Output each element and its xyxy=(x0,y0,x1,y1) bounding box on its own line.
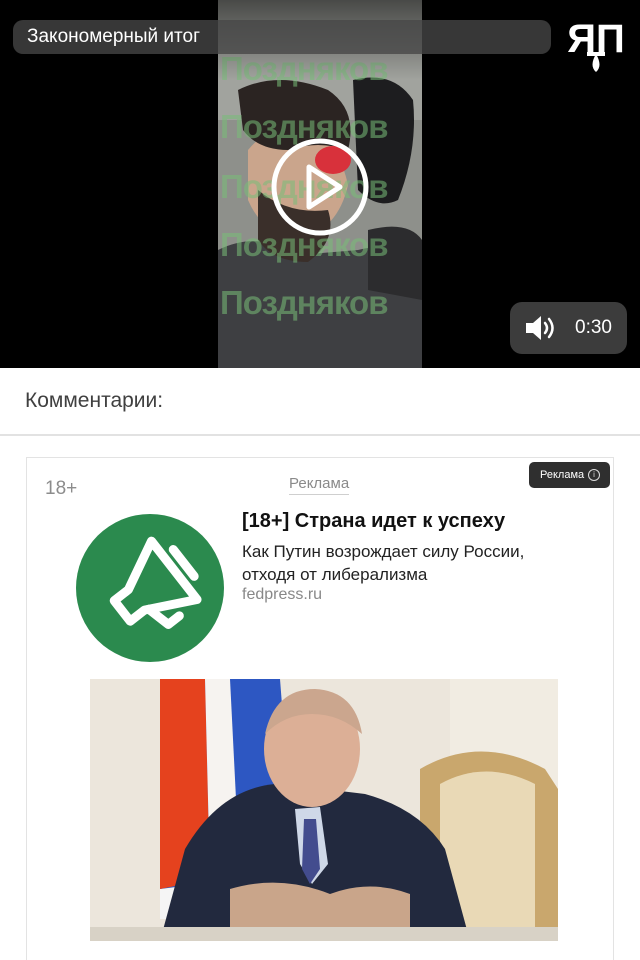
channel-logo[interactable]: ЯП xyxy=(563,14,629,78)
video-player[interactable]: Поздняков Поздняков Поздняков Поздняков … xyxy=(0,0,640,368)
speaker-icon[interactable] xyxy=(524,314,558,342)
ad-badge-button[interactable]: Реклама i xyxy=(529,462,610,488)
sound-duration-control[interactable]: 0:30 xyxy=(510,302,627,354)
ad-badge-label: Реклама xyxy=(540,469,585,481)
divider xyxy=(0,434,640,436)
age-rating-label: 18+ xyxy=(45,478,78,499)
play-button[interactable] xyxy=(271,138,369,236)
ad-logo[interactable] xyxy=(76,514,224,662)
ad-headline[interactable]: [18+] Страна идет к успеху xyxy=(242,510,505,533)
video-duration: 0:30 xyxy=(575,317,612,338)
ad-image[interactable] xyxy=(90,679,558,941)
ad-photo xyxy=(90,679,558,941)
ad-caption: Реклама xyxy=(289,475,350,495)
yap-logo-icon: ЯП xyxy=(567,17,625,72)
ad-domain-link[interactable]: fedpress.ru xyxy=(242,586,322,604)
comments-heading: Комментарии: xyxy=(25,389,164,412)
video-title: Закономерный итог xyxy=(13,20,551,54)
play-icon xyxy=(271,138,369,236)
ad-description: Как Путин возрождает силу России, отходя… xyxy=(242,542,525,584)
ad-card[interactable]: 18+ Реклама Реклама i [18+] Страна идет … xyxy=(26,457,614,960)
watermark-text: Поздняков xyxy=(220,284,389,321)
info-icon: i xyxy=(588,469,600,481)
megaphone-icon xyxy=(109,536,202,629)
